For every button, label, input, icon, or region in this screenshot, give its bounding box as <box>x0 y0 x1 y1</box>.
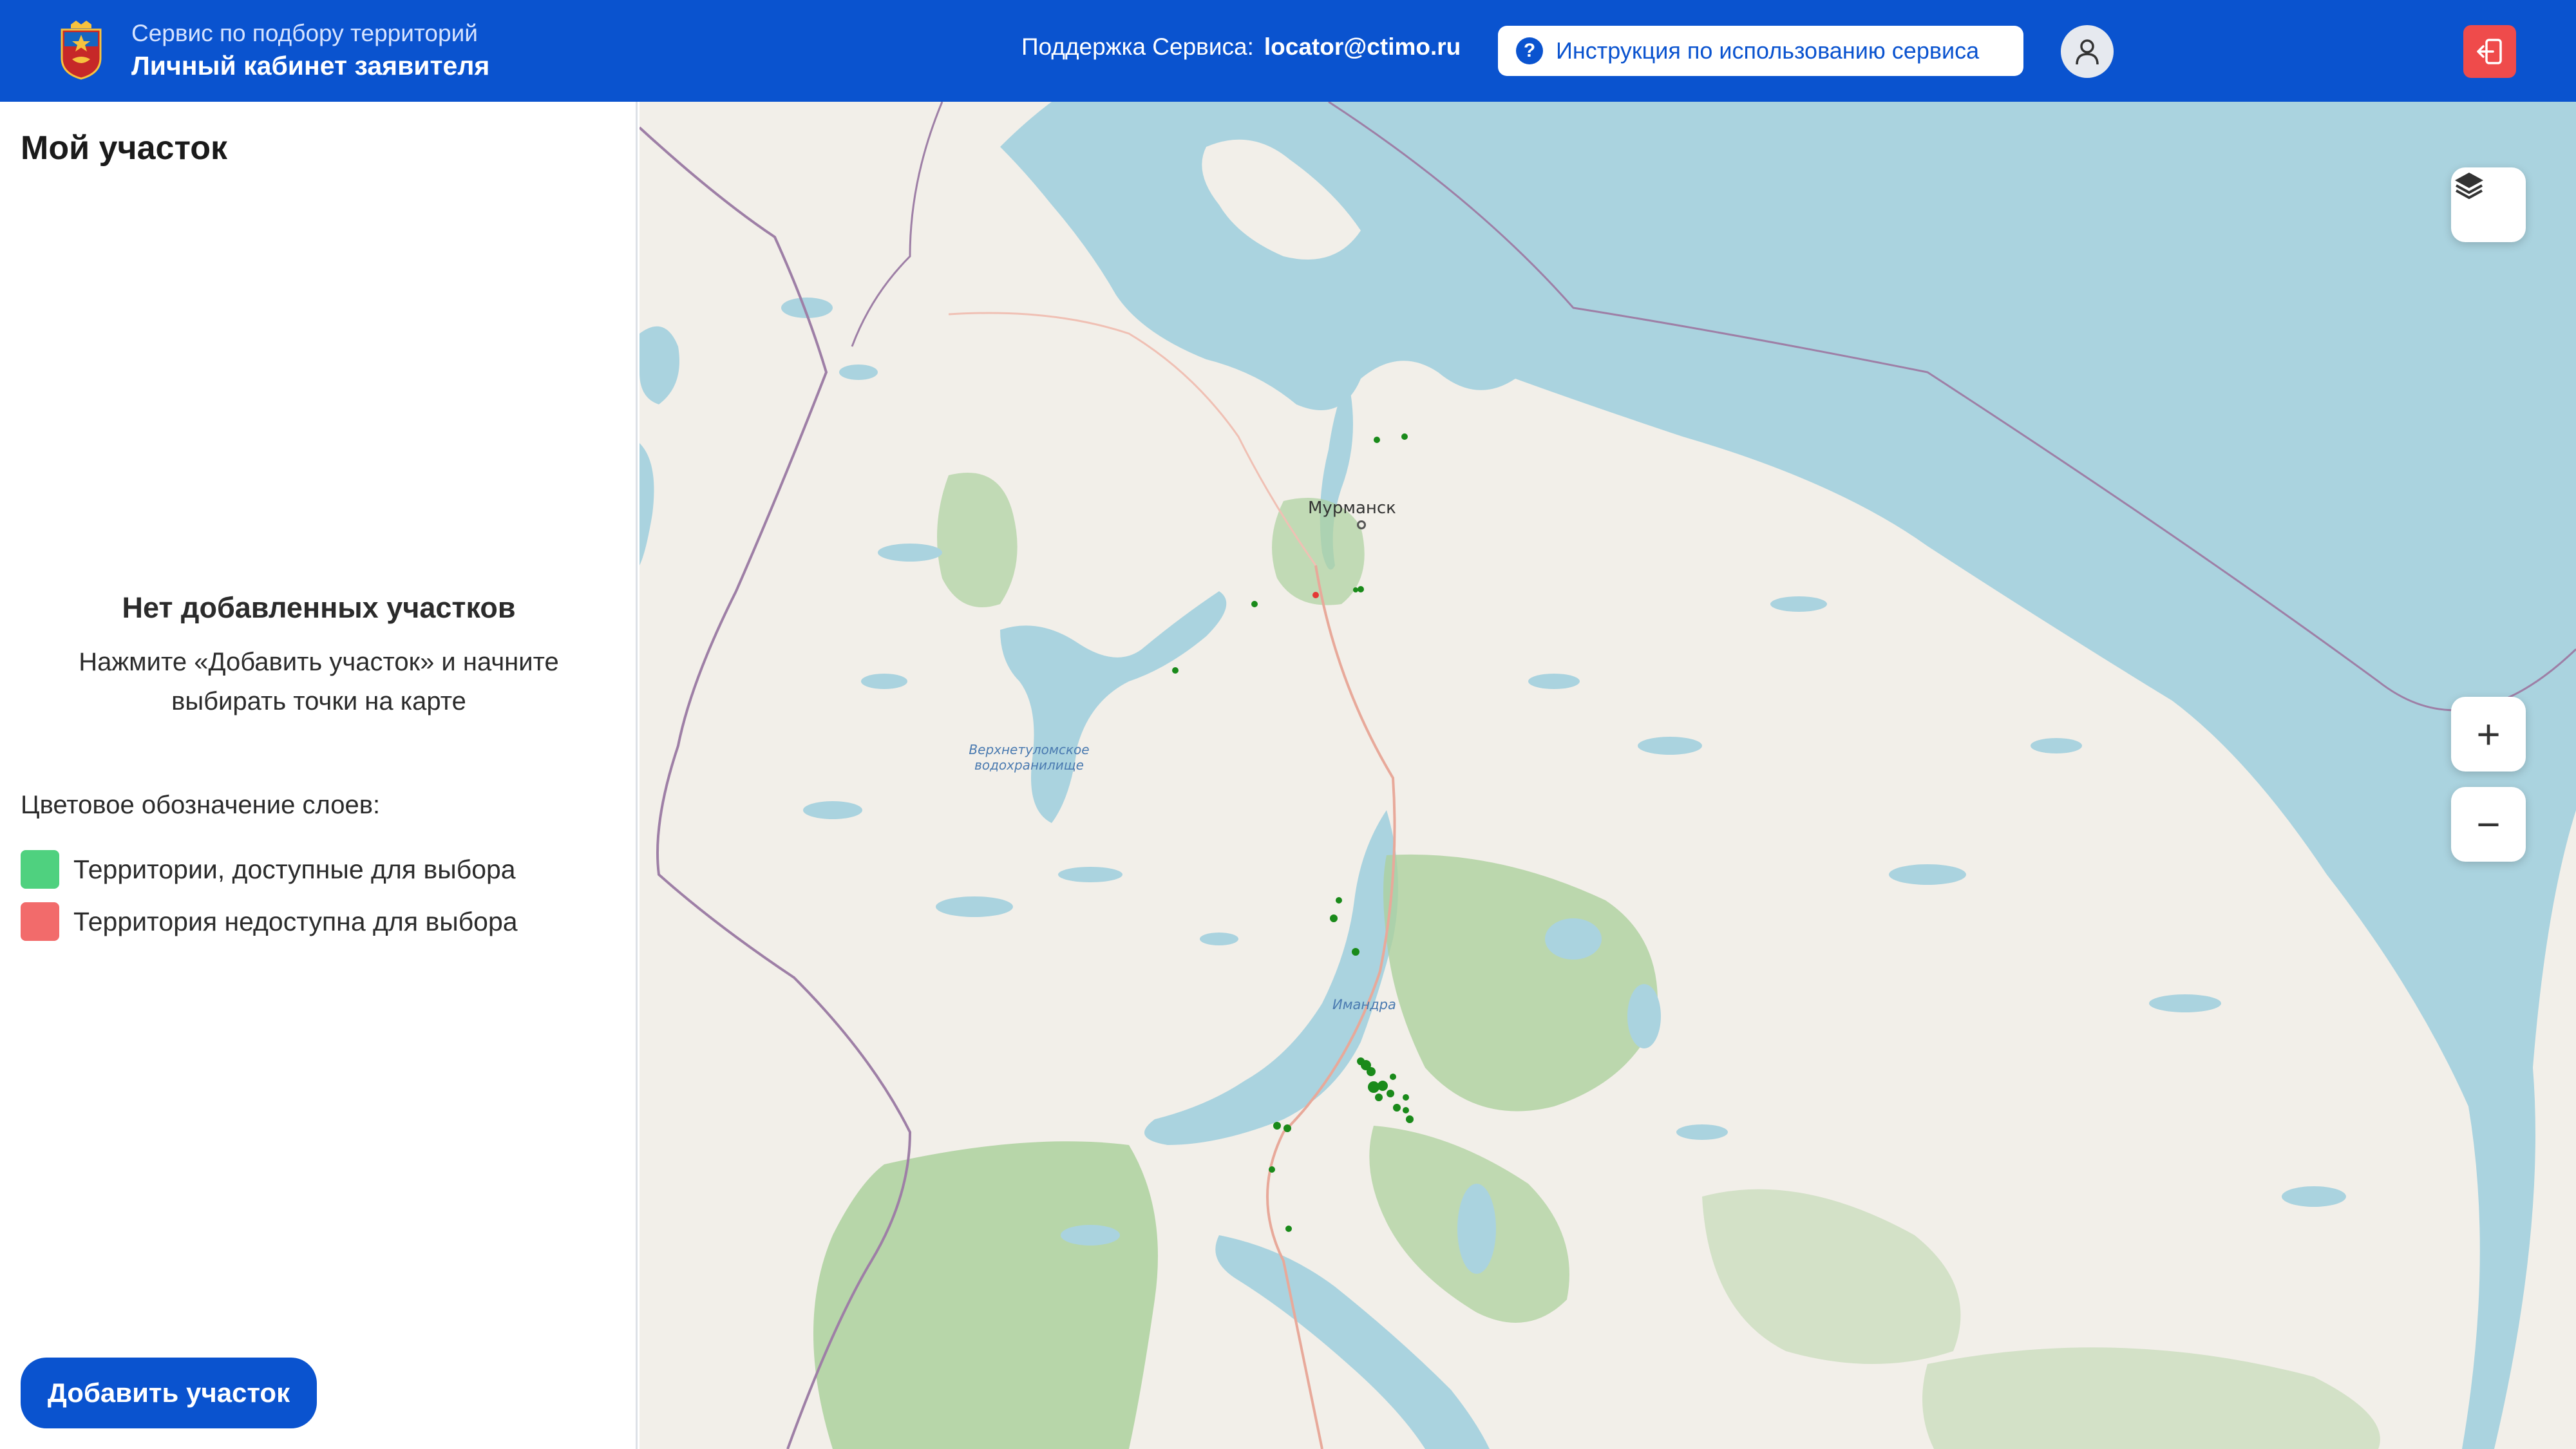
empty-state-text: Нажмите «Добавить участок» и начните выб… <box>79 648 559 715</box>
user-guide-label: Инструкция по использованию сервиса <box>1556 37 1980 64</box>
support-label: Поддержка Сервиса: <box>1021 33 1254 60</box>
legend-label-unavailable: Территория недоступна для выбора <box>73 906 518 936</box>
legend-label-available: Территории, доступные для выбора <box>73 854 516 884</box>
service-title: Личный кабинет заявителя <box>131 51 490 80</box>
service-subtitle: Сервис по подбору территорий <box>131 20 478 46</box>
lake-imandra-label: Имандра <box>1332 997 1396 1012</box>
support-email-link[interactable]: locator@ctimo.ru <box>1264 33 1461 61</box>
unavailable-swatch <box>21 902 59 941</box>
available-swatch <box>21 850 59 889</box>
logout-icon <box>2477 39 2502 64</box>
legend-title: Цветовое обозначение слоев: <box>21 791 381 819</box>
add-plot-button[interactable]: Добавить участок <box>21 1358 317 1428</box>
support-contact: Поддержка Сервиса: locator@ctimo.ru <box>1021 33 1461 61</box>
unavailable-plot[interactable] <box>1312 592 1319 598</box>
user-profile-button[interactable] <box>2061 25 2114 78</box>
map-view[interactable]: Мурманск Верхнетуломское водохранилище И… <box>639 102 2576 1449</box>
empty-state-title: Нет добавленных участков <box>122 591 516 624</box>
legend-item-unavailable: Территория недоступна для выбора <box>21 902 518 941</box>
user-guide-button[interactable]: ? Инструкция по использованию сервиса <box>1498 26 2023 76</box>
layers-icon <box>2455 173 2483 199</box>
region-emblem-icon <box>61 21 102 80</box>
zoom-in-button[interactable]: + <box>2451 697 2526 772</box>
city-marker <box>1357 520 1366 529</box>
zoom-out-button[interactable]: − <box>2451 787 2526 862</box>
top-header: Сервис по подбору территорий Личный каби… <box>0 0 2576 102</box>
legend-item-available: Территории, доступные для выбора <box>21 850 516 889</box>
plots-layer <box>1172 433 1414 1232</box>
brand: Сервис по подбору территорий Личный каби… <box>58 18 489 82</box>
layers-button[interactable] <box>2451 167 2526 242</box>
available-plot[interactable] <box>1353 587 1358 592</box>
help-icon: ? <box>1516 37 1543 64</box>
logout-button[interactable] <box>2463 25 2516 78</box>
sidebar-title: Мой участок <box>21 129 228 167</box>
available-plots[interactable] <box>1172 433 1414 1232</box>
user-icon <box>2076 39 2099 65</box>
reservoir-label: Верхнетуломское водохранилище <box>969 742 1090 773</box>
sidebar-panel: Мой участок Нет добавленных участков Наж… <box>0 102 638 1449</box>
city-label-murmansk: Мурманск <box>1308 498 1396 518</box>
